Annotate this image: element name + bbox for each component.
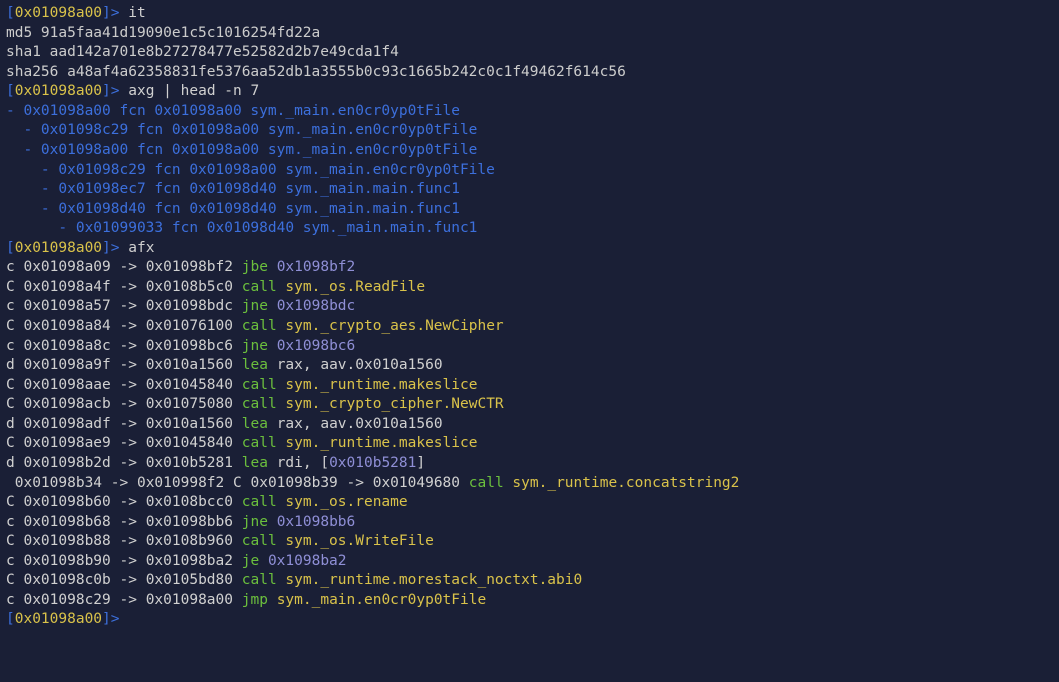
axg-row: - 0x01098a00 fcn 0x01098a00 sym._main.en… bbox=[6, 141, 1053, 161]
afx-row: 0x01098b34 -> 0x010998f2 C 0x01098b39 ->… bbox=[6, 474, 1053, 494]
afx-output: c 0x01098a09 -> 0x01098bf2 jbe 0x1098bf2… bbox=[6, 258, 1053, 454]
terminal-output: [0x01098a00]> it md5 91a5faa41d19090e1c5… bbox=[0, 0, 1059, 634]
hash-sha1: sha1 aad142a701e8b27278477e52582d2b7e49c… bbox=[6, 43, 1053, 63]
prompt-line: [0x01098a00]> afx bbox=[6, 239, 1053, 259]
afx-row: c 0x01098a57 -> 0x01098bdc jne 0x1098bdc bbox=[6, 297, 1053, 317]
command-text: axg | head -n 7 bbox=[128, 83, 259, 99]
afx-row: C 0x01098aae -> 0x01045840 call sym._run… bbox=[6, 376, 1053, 396]
axg-row: - 0x01098d40 fcn 0x01098d40 sym._main.ma… bbox=[6, 200, 1053, 220]
command-text: afx bbox=[128, 240, 154, 256]
axg-output: - 0x01098a00 fcn 0x01098a00 sym._main.en… bbox=[6, 102, 1053, 239]
afx-row: C 0x01098a4f -> 0x0108b5c0 call sym._os.… bbox=[6, 278, 1053, 298]
prompt-line: [0x01098a00]> it bbox=[6, 4, 1053, 24]
afx-row: C 0x01098b88 -> 0x0108b960 call sym._os.… bbox=[6, 532, 1053, 552]
axg-row: - 0x01099033 fcn 0x01098d40 sym._main.ma… bbox=[6, 219, 1053, 239]
prompt-address: 0x01098a00 bbox=[15, 5, 102, 21]
afx-output-2: C 0x01098b60 -> 0x0108bcc0 call sym._os.… bbox=[6, 493, 1053, 610]
afx-row: C 0x01098c0b -> 0x0105bd80 call sym._run… bbox=[6, 571, 1053, 591]
hash-sha256: sha256 a48af4a62358831fe5376aa52db1a3555… bbox=[6, 63, 1053, 83]
axg-row: - 0x01098a00 fcn 0x01098a00 sym._main.en… bbox=[6, 102, 1053, 122]
command-text: it bbox=[128, 5, 145, 21]
prompt-line: [0x01098a00]> axg | head -n 7 bbox=[6, 82, 1053, 102]
command-input[interactable] bbox=[128, 610, 130, 630]
axg-row: - 0x01098c29 fcn 0x01098a00 sym._main.en… bbox=[6, 161, 1053, 181]
afx-row: c 0x01098c29 -> 0x01098a00 jmp sym._main… bbox=[6, 591, 1053, 611]
afx-row: c 0x01098b90 -> 0x01098ba2 je 0x1098ba2 bbox=[6, 552, 1053, 572]
afx-row: C 0x01098ae9 -> 0x01045840 call sym._run… bbox=[6, 434, 1053, 454]
axg-row: - 0x01098ec7 fcn 0x01098d40 sym._main.ma… bbox=[6, 180, 1053, 200]
afx-row: d 0x01098adf -> 0x010a1560 lea rax, aav.… bbox=[6, 415, 1053, 435]
afx-row: C 0x01098a84 -> 0x01076100 call sym._cry… bbox=[6, 317, 1053, 337]
prompt-address: 0x01098a00 bbox=[15, 83, 102, 99]
afx-row: c 0x01098a09 -> 0x01098bf2 jbe 0x1098bf2 bbox=[6, 258, 1053, 278]
prompt-line[interactable]: [0x01098a00]> bbox=[6, 610, 1053, 630]
afx-row: d 0x01098b2d -> 0x010b5281 lea rdi, [0x0… bbox=[6, 454, 1053, 474]
hash-md5: md5 91a5faa41d19090e1c5c1016254fd22a bbox=[6, 24, 1053, 44]
afx-row: c 0x01098a8c -> 0x01098bc6 jne 0x1098bc6 bbox=[6, 337, 1053, 357]
afx-row: c 0x01098b68 -> 0x01098bb6 jne 0x1098bb6 bbox=[6, 513, 1053, 533]
prompt-address: 0x01098a00 bbox=[15, 611, 102, 627]
afx-row: d 0x01098a9f -> 0x010a1560 lea rax, aav.… bbox=[6, 356, 1053, 376]
prompt-address: 0x01098a00 bbox=[15, 240, 102, 256]
afx-row: C 0x01098acb -> 0x01075080 call sym._cry… bbox=[6, 395, 1053, 415]
afx-row: C 0x01098b60 -> 0x0108bcc0 call sym._os.… bbox=[6, 493, 1053, 513]
axg-row: - 0x01098c29 fcn 0x01098a00 sym._main.en… bbox=[6, 121, 1053, 141]
